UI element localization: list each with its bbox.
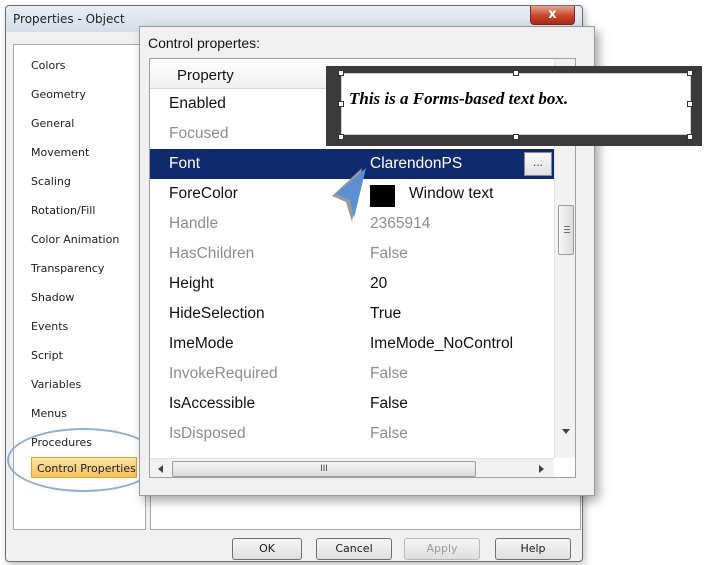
category-item-transparency[interactable]: Transparency: [31, 262, 104, 275]
property-row-isdisposed[interactable]: IsDisposed False: [150, 419, 554, 449]
property-name: HideSelection: [169, 305, 265, 322]
grip-line: [564, 229, 570, 230]
property-value: False: [370, 245, 408, 262]
scroll-down-arrow-icon[interactable]: [562, 429, 570, 434]
window-title: Properties - Object: [13, 12, 125, 26]
property-name: Font: [169, 155, 201, 172]
category-item-script[interactable]: Script: [31, 349, 63, 362]
category-item-color-animation[interactable]: Color Animation: [31, 233, 119, 246]
property-row-invokerequired[interactable]: InvokeRequired False: [150, 359, 554, 389]
callout-arrow-icon: [332, 168, 366, 222]
callout-textbox: This is a Forms-based text box.: [341, 73, 691, 135]
property-name: Enabled: [169, 95, 226, 112]
property-row-height[interactable]: Height 20: [150, 269, 554, 299]
property-name: ImeMode: [169, 335, 234, 352]
property-value: Window text: [409, 185, 494, 202]
grip-line: [564, 226, 570, 227]
category-item-shadow[interactable]: Shadow: [31, 291, 74, 304]
category-item-scaling[interactable]: Scaling: [31, 175, 71, 188]
property-row-isaccessible[interactable]: IsAccessible False: [150, 389, 554, 419]
property-name: Focused: [169, 125, 229, 142]
selection-handle-icon[interactable]: [338, 134, 344, 140]
property-name: IsAccessible: [169, 395, 256, 412]
property-name: HasChildren: [169, 245, 255, 262]
property-value: True: [370, 305, 402, 322]
scroll-right-arrow-icon[interactable]: [539, 465, 544, 473]
property-value: False: [370, 365, 408, 382]
category-item-events[interactable]: Events: [31, 320, 68, 333]
property-name: Handle: [169, 215, 219, 232]
horizontal-scroll-thumb[interactable]: III: [172, 461, 476, 477]
horizontal-scrollbar[interactable]: III: [150, 458, 554, 477]
property-name: IsDisposed: [169, 425, 246, 442]
callout-text: This is a Forms-based text box.: [349, 89, 569, 108]
cancel-button[interactable]: Cancel: [316, 538, 392, 560]
category-item-general[interactable]: General: [31, 117, 74, 130]
header-property[interactable]: Property: [177, 67, 234, 84]
selection-handle-icon[interactable]: [338, 70, 344, 76]
apply-button[interactable]: Apply: [404, 538, 480, 560]
highlight-ellipse-annotation: [7, 428, 160, 492]
property-value: 20: [370, 275, 388, 292]
property-name: Height: [169, 275, 214, 292]
property-row-haschildren[interactable]: HasChildren False: [150, 239, 554, 269]
selection-handle-icon[interactable]: [513, 134, 519, 140]
scroll-left-arrow-icon[interactable]: [158, 465, 163, 473]
ok-button[interactable]: OK: [232, 538, 302, 560]
color-swatch: [370, 185, 395, 207]
close-icon: x: [548, 7, 557, 22]
grip-line: [564, 232, 570, 233]
property-name: InvokeRequired: [169, 365, 278, 382]
font-ellipsis-button[interactable]: ...: [524, 152, 552, 176]
vertical-scroll-thumb[interactable]: [558, 205, 574, 255]
category-item-movement[interactable]: Movement: [31, 146, 89, 159]
selection-handle-icon[interactable]: [687, 70, 693, 76]
property-value: ImeMode_NoControl: [370, 335, 514, 352]
popup-title: Control propertes:: [148, 35, 261, 51]
property-name: ForeColor: [169, 185, 238, 202]
property-row-imemode[interactable]: ImeMode ImeMode_NoControl: [150, 329, 554, 359]
property-value: False: [370, 395, 408, 412]
property-row-hideselection[interactable]: HideSelection True: [150, 299, 554, 329]
selection-handle-icon[interactable]: [338, 101, 344, 107]
help-button[interactable]: Help: [495, 538, 571, 560]
selection-handle-icon[interactable]: [687, 101, 693, 107]
category-item-colors[interactable]: Colors: [31, 59, 65, 72]
property-value: False: [370, 425, 408, 442]
category-item-geometry[interactable]: Geometry: [31, 88, 86, 101]
category-item-variables[interactable]: Variables: [31, 378, 81, 391]
selection-handle-icon[interactable]: [687, 134, 693, 140]
forms-textbox-callout: This is a Forms-based text box.: [326, 66, 702, 146]
property-value: ClarendonPS: [370, 155, 463, 172]
selection-handle-icon[interactable]: [513, 70, 519, 76]
close-button[interactable]: x: [530, 6, 575, 25]
property-value: 2365914: [370, 215, 431, 232]
category-item-rotation-fill[interactable]: Rotation/Fill: [31, 204, 95, 217]
category-item-menus[interactable]: Menus: [31, 407, 67, 420]
